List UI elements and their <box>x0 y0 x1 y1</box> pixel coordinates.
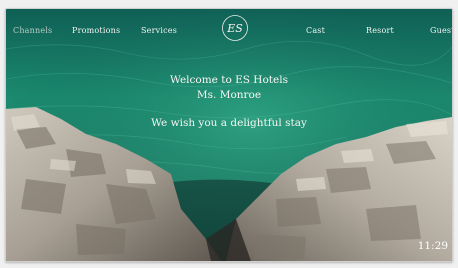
clock-time: 11:29 <box>417 240 448 252</box>
tv-screen: Channels Promotions Services ES Cast Res… <box>5 8 453 262</box>
nav-resort[interactable]: Resort <box>366 26 394 35</box>
es-hotels-logo-icon: ES <box>221 14 249 42</box>
nav-guest[interactable]: Guest <box>430 26 452 35</box>
guest-name: Ms. Monroe <box>196 89 262 101</box>
nav-services[interactable]: Services <box>141 26 177 35</box>
welcome-message: We wish you a delightful stay <box>151 117 307 129</box>
nav-cast[interactable]: Cast <box>306 26 325 35</box>
logo-text: ES <box>227 21 243 35</box>
background-photo <box>6 9 452 261</box>
nav-promotions[interactable]: Promotions <box>72 26 120 35</box>
nav-channels[interactable]: Channels <box>13 26 52 35</box>
welcome-title: Welcome to ES Hotels <box>170 74 288 86</box>
